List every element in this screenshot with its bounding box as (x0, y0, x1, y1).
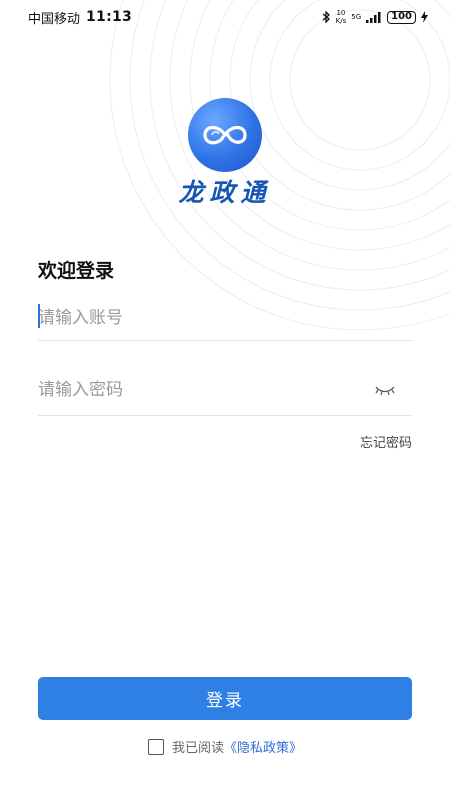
net-speed: 10 K/s (336, 9, 347, 25)
agreement-row: 我已阅读《隐私政策》 (0, 737, 450, 756)
eye-closed-icon[interactable] (374, 383, 396, 397)
status-left: 中国移动 11:13 (28, 8, 132, 27)
status-right: 10 K/s 5G 100 (322, 9, 428, 25)
carrier-label: 中国移动 (28, 11, 81, 27)
net-speed-value: 10 (336, 9, 346, 17)
signal-icon (366, 11, 381, 23)
password-input[interactable] (38, 370, 358, 410)
app-logo (188, 98, 262, 172)
text-caret (38, 304, 40, 328)
account-input[interactable] (38, 298, 358, 338)
bluetooth-icon (322, 11, 330, 23)
page-title: 欢迎登录 (38, 260, 115, 282)
forgot-password-link[interactable]: 忘记密码 (360, 432, 412, 451)
net-speed-unit: K/s (335, 17, 347, 25)
password-field[interactable] (38, 370, 412, 416)
app-name: 龙政通 (178, 178, 272, 207)
infinity-logo-icon (203, 125, 247, 145)
status-time: 11:13 (86, 9, 133, 25)
privacy-policy-link[interactable]: 《隐私政策》 (224, 741, 302, 756)
account-field[interactable] (38, 295, 412, 341)
status-bar: 中国移动 11:13 10 K/s 5G 100 (0, 0, 450, 34)
battery-level: 100 (391, 11, 412, 22)
battery-icon: 100 (387, 10, 416, 24)
agreement-read-label: 我已阅读 (171, 741, 224, 756)
network-type: 5G (351, 13, 361, 21)
charging-icon (421, 11, 428, 23)
agreement-checkbox[interactable] (147, 738, 164, 755)
agreement-text: 我已阅读《隐私政策》 (172, 737, 302, 756)
login-button[interactable]: 登录 (38, 677, 412, 720)
network-type-label: 5G (351, 13, 362, 21)
